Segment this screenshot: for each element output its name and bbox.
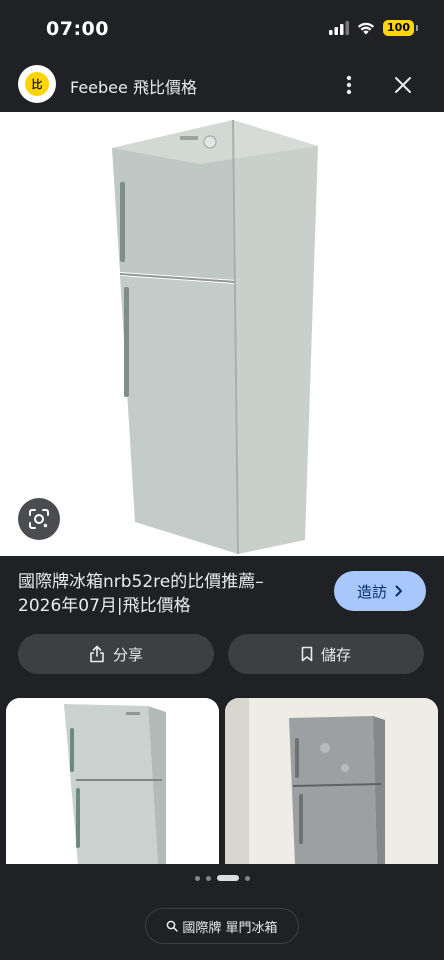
- related-image-1[interactable]: [6, 698, 219, 864]
- share-button-label: 分享: [112, 645, 143, 664]
- related-image-2[interactable]: [225, 698, 438, 864]
- product-image[interactable]: [0, 112, 444, 556]
- more-vert-icon: [346, 75, 352, 95]
- related-search-chip[interactable]: 國際牌 單門冰箱: [145, 908, 299, 944]
- signal-icon: [329, 21, 350, 35]
- close-button[interactable]: [388, 70, 418, 100]
- lens-icon: [29, 509, 49, 529]
- wifi-icon: [357, 22, 375, 35]
- visit-button-label: 造訪: [356, 582, 387, 601]
- search-icon: [167, 920, 179, 932]
- chevron-right-icon: [395, 585, 402, 597]
- save-button[interactable]: 儲存: [228, 634, 424, 674]
- pagination-dot[interactable]: [244, 875, 250, 881]
- battery-icon: 100: [383, 20, 418, 36]
- save-button-label: 儲存: [320, 645, 351, 664]
- carousel-pagination: [0, 875, 444, 881]
- refrigerator-image: [0, 112, 444, 556]
- status-time: 07:00: [46, 18, 109, 40]
- more-options-button[interactable]: [334, 70, 364, 100]
- pagination-dot[interactable]: [205, 875, 211, 881]
- result-title-line-1: 國際牌冰箱nrb52re的比價推薦–: [18, 572, 264, 592]
- share-button[interactable]: 分享: [18, 634, 214, 674]
- result-title: 國際牌冰箱nrb52re的比價推薦– 2026年07月|飛比價格: [18, 570, 318, 618]
- lens-button[interactable]: [18, 498, 60, 540]
- visit-button[interactable]: 造訪: [334, 571, 426, 611]
- share-icon: [90, 645, 104, 663]
- result-title-line-2: 2026年07月|飛比價格: [18, 596, 191, 616]
- status-icons: 100: [329, 20, 418, 36]
- close-icon: [395, 77, 411, 93]
- bookmark-icon: [301, 646, 313, 662]
- refrigerator-image: [225, 698, 438, 864]
- site-name: Feebee 飛比價格: [70, 78, 197, 97]
- status-bar: 07:00 100: [0, 0, 444, 58]
- pagination-dot[interactable]: [194, 875, 200, 881]
- site-logo: 比: [18, 65, 56, 103]
- search-chip-label: 國際牌 單門冰箱: [182, 920, 278, 936]
- refrigerator-image: [6, 698, 219, 864]
- pagination-dot-active[interactable]: [216, 875, 239, 881]
- app-header: 比 Feebee 飛比價格: [0, 58, 444, 112]
- site-logo-mark: 比: [25, 72, 49, 96]
